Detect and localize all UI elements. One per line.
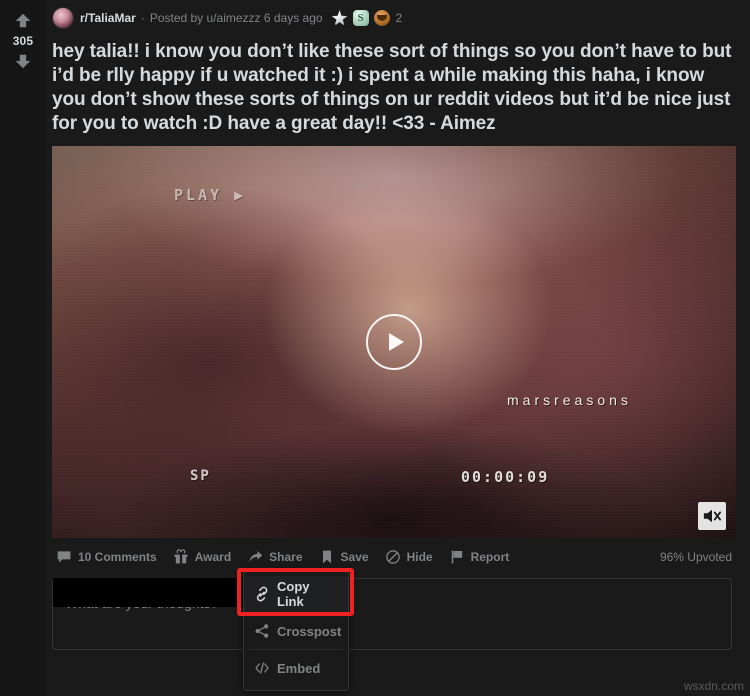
share-menu-crosspost-label: Crosspost [277,623,342,639]
report-label: Report [470,550,510,564]
downvote-button[interactable] [12,50,34,72]
subreddit-avatar[interactable] [52,7,74,29]
page-watermark: wsxdn.com [683,679,744,693]
share-menu-embed-label: Embed [277,660,321,676]
award-button[interactable]: Award [165,544,239,570]
reddit-post: 305 r/TaliaMar · Posted by u/aimezzz 6 d… [0,0,750,696]
comments-button[interactable]: 10 Comments [52,544,165,570]
hide-label: Hide [406,550,433,564]
award-label: Award [194,550,232,564]
comment-composer: What are your thoughts? [52,578,736,650]
save-button[interactable]: Save [311,544,377,570]
video-player[interactable]: PLAY ▶ SP 00:00:09 marsreasons [52,146,736,538]
upvote-arrow-icon [15,13,31,28]
post-header: r/TaliaMar · Posted by u/aimezzz 6 days … [52,0,736,36]
vote-score: 305 [12,34,34,48]
vote-rail: 305 [0,0,46,696]
comment-bubble-icon [57,551,71,563]
gift-icon [174,549,188,564]
redaction-bar [53,578,243,607]
share-arrow-icon [249,551,263,562]
silver-award-icon[interactable] [331,10,348,26]
share-menu-copy-link-label: Copy Link [277,579,310,609]
post-author-meta[interactable]: Posted by u/aimezzz 6 days ago [150,11,323,25]
share-label: Share [269,550,303,564]
share-dropdown-menu: Copy Link Crosspost Embed [243,571,349,691]
report-button[interactable]: Report [441,544,518,570]
hide-button[interactable]: Hide [377,544,441,570]
upvote-button[interactable] [12,10,34,32]
award-count: 2 [395,11,403,25]
share-menu-item-embed[interactable]: Embed [244,650,348,686]
award-list: S 2 [331,10,403,26]
share-menu-item-copy-link[interactable]: Copy Link [244,576,348,612]
downvote-arrow-icon [15,54,31,69]
embed-code-icon [255,662,269,674]
snek-award-icon[interactable]: S [352,10,369,26]
save-label: Save [340,550,369,564]
speaker-mute-icon [703,509,721,523]
flag-icon [451,550,462,564]
crosspost-share-icon [255,624,269,638]
post-action-bar: 10 Comments Award Share Save Hide Report… [52,540,736,574]
hide-circle-slash-icon [385,550,400,564]
comments-label: 10 Comments [78,550,157,564]
subreddit-link[interactable]: r/TaliaMar [80,11,136,25]
wholesome-award-icon[interactable] [373,10,390,26]
header-separator: · [140,11,145,25]
bookmark-icon [322,550,331,564]
post-main-column: r/TaliaMar · Posted by u/aimezzz 6 days … [46,0,750,696]
mute-button[interactable] [698,502,726,530]
play-button[interactable] [366,314,422,370]
share-menu-item-crosspost[interactable]: Crosspost [244,613,348,649]
post-title[interactable]: hey talia!! i know you don’t like these … [52,40,736,136]
share-button[interactable]: Share [239,544,310,570]
upvoted-percentage: 96% Upvoted [659,550,732,564]
link-chain-icon [256,586,268,602]
